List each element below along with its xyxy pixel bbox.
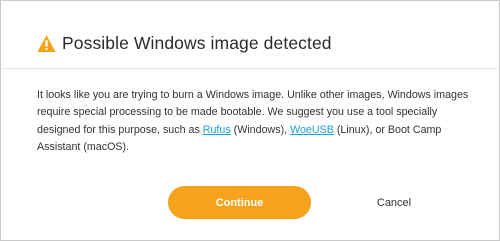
warning-triangle-icon [37,34,56,52]
dialog-header: Possible Windows image detected [37,32,332,54]
dialog-message: It looks like you are trying to burn a W… [37,87,471,156]
header-divider [2,68,498,69]
warning-dialog: Possible Windows image detected It looks… [0,0,500,241]
continue-button[interactable]: Continue [168,186,311,219]
cancel-button[interactable]: Cancel [363,186,425,219]
message-text: (Windows), [230,123,291,136]
dialog-title: Possible Windows image detected [62,33,332,53]
woeusb-link[interactable]: WoeUSB [290,124,334,136]
rufus-link[interactable]: Rufus [203,124,231,136]
